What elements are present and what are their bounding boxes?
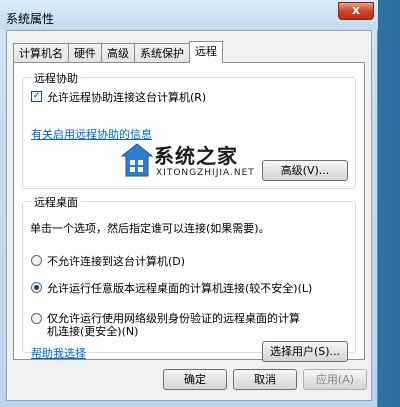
- title-bar[interactable]: 系统属性 x: [0, 0, 378, 30]
- cancel-button[interactable]: 取消: [233, 369, 297, 390]
- radio-allow-any-version[interactable]: [31, 282, 42, 293]
- tab-advanced[interactable]: 高级: [101, 43, 135, 62]
- window-title: 系统属性: [6, 12, 55, 26]
- dialog-client-area: 计算机名 硬件 高级 系统保护 远程 远程协助 ✓ 允许远程协助连接这台计算机(…: [6, 30, 372, 401]
- disallow-connections-label[interactable]: 不允许连接到这台计算机(D): [47, 253, 185, 269]
- tab-remote[interactable]: 远程: [189, 41, 223, 63]
- advanced-button[interactable]: 高级(V)...: [262, 160, 348, 181]
- tab-computer-name[interactable]: 计算机名: [13, 43, 69, 62]
- allow-nla-only-label-line2[interactable]: 机连接(更安全)(N): [47, 323, 138, 339]
- help-me-choose-link[interactable]: 帮助我选择: [31, 345, 86, 361]
- radio-allow-nla-only[interactable]: [31, 313, 42, 324]
- radio-disallow-connections[interactable]: [31, 255, 42, 266]
- close-icon: x: [352, 3, 360, 17]
- remote-desktop-group: 远程桌面 单击一个选项，然后指定谁可以连接(如果需要)。 不允许连接到这台计算机…: [22, 194, 356, 362]
- tab-system-protection[interactable]: 系统保护: [134, 43, 190, 62]
- apply-button[interactable]: 应用(A): [303, 369, 367, 390]
- system-properties-window: 系统属性 x 计算机名 硬件 高级 系统保护 远程 远程协助 ✓ 允许远程协助连…: [0, 0, 378, 407]
- allow-any-version-label[interactable]: 允许运行任意版本远程桌面的计算机连接(较不安全)(L): [47, 280, 312, 296]
- remote-desktop-instruction: 单击一个选项，然后指定谁可以连接(如果需要)。: [30, 222, 270, 235]
- remote-assistance-title: 远程协助: [31, 70, 81, 86]
- remote-assistance-info-link[interactable]: 有关启用远程协助的信息: [31, 126, 152, 142]
- allow-remote-assistance-checkbox[interactable]: ✓: [31, 91, 42, 102]
- remote-tab-page: 远程协助 ✓ 允许远程协助连接这台计算机(R) 有关启用远程协助的信息 高级(V…: [13, 62, 365, 362]
- remote-assistance-group: 远程协助 ✓ 允许远程协助连接这台计算机(R) 有关启用远程协助的信息 高级(V…: [22, 70, 356, 189]
- close-button[interactable]: x: [338, 2, 374, 20]
- select-users-button[interactable]: 选择用户(S)...: [262, 341, 348, 362]
- ok-button[interactable]: 确定: [163, 369, 227, 390]
- tab-hardware[interactable]: 硬件: [68, 43, 102, 62]
- remote-desktop-title: 远程桌面: [31, 194, 81, 210]
- tab-strip: 计算机名 硬件 高级 系统保护 远程: [13, 41, 223, 63]
- allow-remote-assistance-label[interactable]: 允许远程协助连接这台计算机(R): [47, 89, 206, 105]
